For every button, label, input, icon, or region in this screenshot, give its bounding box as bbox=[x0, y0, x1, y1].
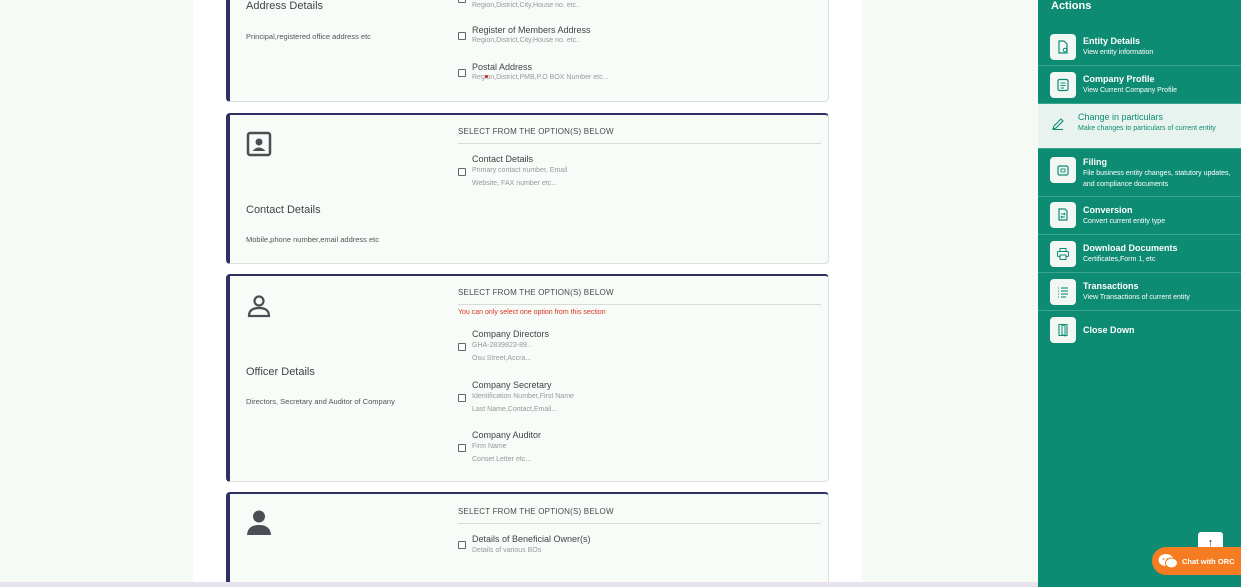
sidebar-item-filing[interactable]: Filing File business entity changes, sta… bbox=[1038, 149, 1241, 197]
sidebar-item-label: Change in particulars bbox=[1078, 112, 1164, 122]
chat-with-orc-button[interactable]: Chat with ORC bbox=[1152, 547, 1241, 575]
option-title: Details of Beneficial Owner(s) bbox=[472, 534, 591, 544]
sidebar-item-label: Close Down bbox=[1083, 325, 1135, 335]
option-subtext: Region,District,City,House no. etc.. bbox=[472, 2, 581, 9]
convert-icon bbox=[1050, 202, 1076, 228]
sidebar-item-desc: View entity information bbox=[1083, 49, 1154, 56]
option-checkbox[interactable] bbox=[458, 343, 466, 351]
option-checkbox[interactable] bbox=[458, 394, 466, 402]
profile-icon bbox=[1050, 72, 1076, 98]
sidebar-item-close-down[interactable]: Close Down bbox=[1038, 311, 1241, 349]
option-subtext: Firm Name bbox=[472, 443, 507, 450]
sidebar-item-desc: Certificates,Form 1, etc bbox=[1083, 256, 1156, 263]
folder-icon bbox=[1050, 157, 1076, 183]
option-title: Postal Address bbox=[472, 62, 533, 72]
sidebar-item-company-profile[interactable]: Company Profile View Current Company Pro… bbox=[1038, 66, 1241, 104]
option-checkbox[interactable] bbox=[458, 69, 466, 77]
option-title: Company Auditor bbox=[472, 430, 542, 440]
person-icon bbox=[247, 510, 271, 535]
sidebar-item-desc: Convert current entity type bbox=[1083, 218, 1166, 225]
document-eye-icon bbox=[1050, 34, 1076, 60]
sidebar-item-desc: View Current Company Profile bbox=[1083, 87, 1178, 94]
cursor-dot bbox=[485, 75, 488, 78]
card-subtitle: Directors, Secretary and Auditor of Comp… bbox=[246, 397, 395, 406]
option-subtext: Osu Street,Accra... bbox=[472, 355, 532, 362]
sidebar-item-label: Entity Details bbox=[1083, 36, 1141, 46]
card-title: Contact Details bbox=[246, 204, 321, 216]
sidebar-item-label: Conversion bbox=[1083, 205, 1133, 215]
officer-details-card: Officer Details Directors, Secretary and… bbox=[226, 274, 829, 482]
actions-sidebar: Actions Entity Details View entity infor… bbox=[1038, 0, 1241, 587]
option-title: Contact Details bbox=[472, 154, 534, 164]
option-checkbox[interactable] bbox=[458, 541, 466, 549]
option-checkbox[interactable] bbox=[458, 32, 466, 40]
right-gutter bbox=[862, 0, 1038, 587]
option-subtext: GHA-2839823-89.. bbox=[472, 342, 531, 349]
divider bbox=[458, 143, 821, 144]
select-heading: SELECT FROM THE OPTION(S) BELOW bbox=[458, 288, 614, 297]
option-subtext: Region,District,PMB,P.O BOX Number etc..… bbox=[472, 74, 609, 81]
officer-card-icon bbox=[247, 295, 271, 318]
sidebar-item-label: Company Profile bbox=[1083, 74, 1155, 84]
option-subtext: Primary contact number, Email bbox=[472, 167, 568, 174]
sidebar-item-entity-details[interactable]: Entity Details View entity information bbox=[1038, 28, 1241, 66]
sidebar-item-label: Transactions bbox=[1083, 281, 1139, 291]
option-checkbox[interactable] bbox=[458, 444, 466, 452]
card-subtitle: Principal,registered office address etc bbox=[246, 32, 371, 41]
door-icon bbox=[1050, 317, 1076, 343]
option-subtext: Details of various BOs bbox=[472, 547, 542, 554]
sidebar-item-desc: Make changes to particulars of current e… bbox=[1078, 125, 1216, 132]
printer-icon bbox=[1050, 241, 1076, 267]
card-subtitle: Mobile,phone number,email address etc bbox=[246, 235, 379, 244]
sidebar-item-change-in-particulars[interactable]: Change in particulars Make changes to pa… bbox=[1038, 104, 1241, 149]
option-checkbox[interactable] bbox=[458, 168, 466, 176]
option-title: Company Directors bbox=[472, 329, 550, 339]
chat-label: Chat with ORC bbox=[1182, 556, 1235, 566]
contact-details-card: Contact Details Mobile,phone number,emai… bbox=[226, 113, 829, 264]
chat-bubbles-icon bbox=[1158, 554, 1178, 569]
divider bbox=[458, 304, 821, 305]
option-title: Register of Members Address bbox=[472, 25, 591, 35]
address-details-card: Address Details Principal,registered off… bbox=[226, 0, 829, 102]
pencil-icon bbox=[1045, 111, 1071, 137]
select-heading: SELECT FROM THE OPTION(S) BELOW bbox=[458, 127, 614, 136]
option-subtext: Conset Letter etc... bbox=[472, 456, 532, 463]
sidebar-item-desc: View Transactions of current entity bbox=[1083, 294, 1190, 301]
sidebar-item-download-documents[interactable]: Download Documents Certificates,Form 1, … bbox=[1038, 235, 1241, 273]
sidebar-item-transactions[interactable]: Transactions View Transactions of curren… bbox=[1038, 273, 1241, 311]
option-subtext: Identification Number,First Name bbox=[472, 393, 574, 400]
sidebar-title: Actions bbox=[1051, 0, 1092, 12]
option-checkbox[interactable] bbox=[458, 0, 466, 3]
option-title: Company Secretary bbox=[472, 380, 552, 390]
option-subtext: Last Name,Contact,Email... bbox=[472, 406, 558, 413]
select-heading: SELECT FROM THE OPTION(S) BELOW bbox=[458, 507, 614, 516]
single-select-warning: You can only select one option from this… bbox=[458, 309, 606, 316]
contact-card-icon bbox=[246, 131, 272, 157]
option-subtext: Website, FAX number etc... bbox=[472, 180, 558, 187]
sidebar-item-label: Download Documents bbox=[1083, 243, 1178, 253]
beneficial-owners-card: SELECT FROM THE OPTION(S) BELOW Details … bbox=[226, 492, 829, 587]
sidebar-item-desc: File business entity changes, statutory … bbox=[1083, 170, 1231, 188]
card-title: Address Details bbox=[246, 0, 324, 12]
sidebar-item-label: Filing bbox=[1083, 157, 1107, 167]
option-subtext: Region,District,City,House no. etc.. bbox=[472, 37, 581, 44]
list-icon bbox=[1050, 279, 1076, 305]
sidebar-item-conversion[interactable]: Conversion Convert current entity type bbox=[1038, 197, 1241, 235]
card-title: Officer Details bbox=[246, 366, 315, 378]
divider bbox=[458, 523, 821, 524]
